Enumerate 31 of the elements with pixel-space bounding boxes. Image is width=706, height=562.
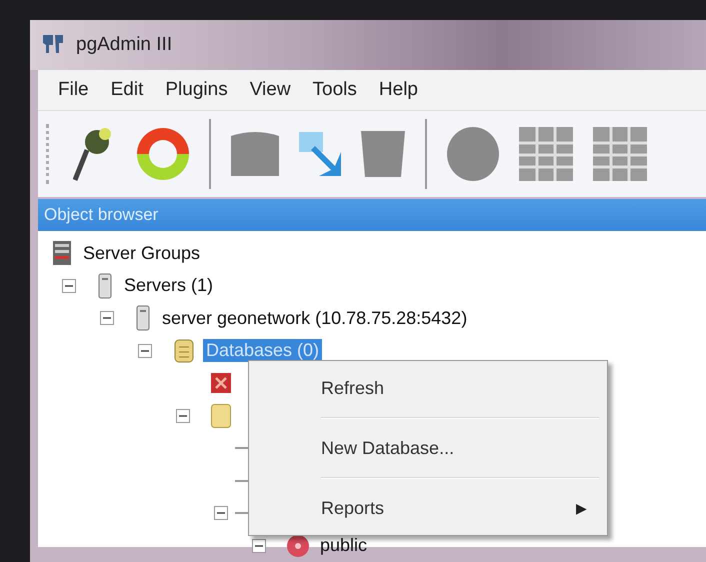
menu-item[interactable]: New Database...: [321, 425, 607, 471]
database-icon: [173, 338, 195, 364]
tree-item[interactable]: public: [317, 534, 370, 558]
collapse-icon[interactable]: [252, 538, 266, 553]
server-icon: [135, 305, 151, 332]
server-rack-icon: [52, 240, 72, 266]
menu-item[interactable]: Help: [378, 79, 418, 101]
schema-icon: [287, 534, 309, 557]
collapse-icon[interactable]: [100, 311, 114, 326]
tree-item[interactable]: Server Groups: [80, 242, 204, 265]
collapse-icon[interactable]: [214, 506, 228, 520]
collapse-icon[interactable]: [62, 278, 76, 293]
menu-item[interactable]: Reports ▶: [321, 485, 607, 531]
menu-item[interactable]: Tools: [312, 79, 357, 101]
window-title: pgAdmin III: [76, 34, 172, 56]
submenu-arrow: ▶: [576, 500, 587, 516]
menu-item[interactable]: Edit: [110, 79, 144, 101]
menu-item[interactable]: Plugins: [165, 79, 228, 101]
collapse-icon[interactable]: [138, 344, 152, 358]
folder-icon: [211, 404, 231, 428]
menu-item[interactable]: Refresh: [321, 365, 607, 411]
menu-item[interactable]: View: [250, 79, 291, 101]
menu-item[interactable]: File: [58, 79, 89, 101]
error-icon: [211, 373, 231, 394]
pointer-icon[interactable]: [299, 132, 341, 176]
refresh-icon[interactable]: [137, 128, 189, 180]
panel-title: Object browser: [44, 205, 158, 225]
collapse-icon[interactable]: [176, 408, 190, 423]
server-icon: [97, 272, 113, 299]
tree-item[interactable]: server geonetwork (10.78.75.28:5432): [159, 306, 470, 330]
tree-item[interactable]: Servers (1): [121, 274, 216, 298]
